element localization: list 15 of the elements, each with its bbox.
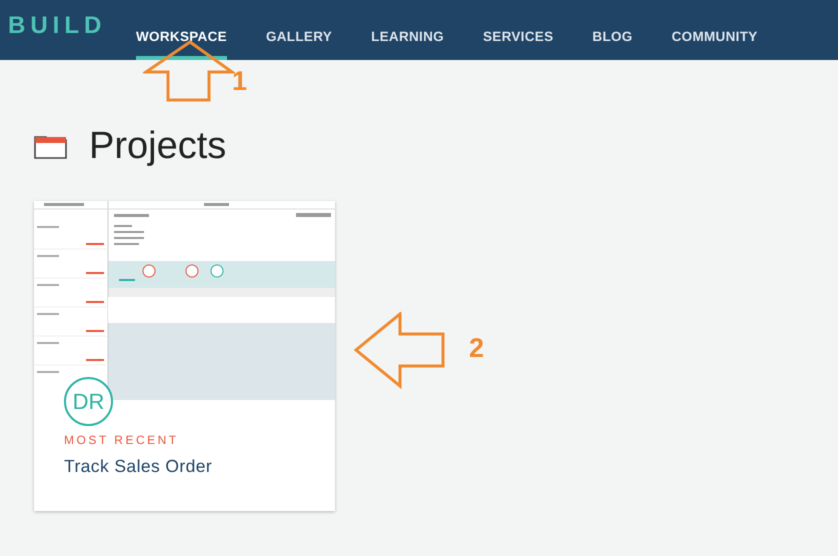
callout-number: 1	[232, 66, 248, 96]
brand-logo: BUILD	[7, 11, 108, 41]
folder-icon	[34, 133, 67, 159]
project-tag: MOST RECENT	[64, 433, 335, 447]
avatar: DR	[64, 377, 113, 426]
nav-tab[interactable]: GALLERY	[266, 0, 332, 60]
callout-number: 2	[469, 333, 484, 363]
nav-tab[interactable]: WORKSPACE	[136, 0, 227, 60]
project-card[interactable]: DR MOST RECENT Track Sales Order	[34, 201, 335, 511]
nav-tab[interactable]: SERVICES	[482, 0, 554, 60]
nav-tab[interactable]: COMMUNITY	[672, 0, 758, 60]
project-title: Track Sales Order	[64, 456, 214, 477]
nav-tab[interactable]: BLOG	[592, 0, 633, 60]
page-title: Projects	[89, 124, 226, 169]
nav-tab[interactable]: LEARNING	[371, 0, 444, 60]
